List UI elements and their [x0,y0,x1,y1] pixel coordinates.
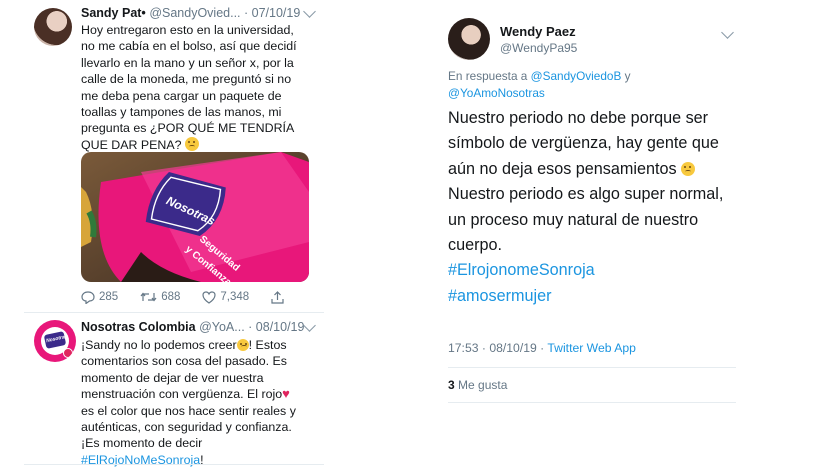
tweet2-text: ¡Sandy no lo podemos creer! Estos coment… [81,337,321,468]
tweet2-date[interactable]: · 08/10/19 [248,320,304,334]
reply-user-nosotras[interactable]: @YoAmoNosotras [448,86,545,100]
thread-bottom-divider [24,464,324,465]
nosotras-avatar[interactable]: Nosotras [34,320,76,362]
tweet1-photo[interactable]: Nosotras Seguridad y Confianza [81,152,309,282]
author-handle[interactable]: @WendyPa95 [500,41,577,55]
tweet-text: Nuestro periodo no debe porque ser símbo… [448,106,748,309]
reply-count: 285 [99,291,119,303]
product-photo: Nosotras Seguridad y Confianza [81,152,309,282]
tweet-text-part2: Nuestro periodo es algo super normal, un… [448,185,724,255]
pensive-emoji-icon [681,161,696,176]
tweet1-text: Hoy entregaron esto en la universidad, n… [81,22,321,153]
reply-prefix: En respuesta a [448,69,531,83]
likes-divider [448,402,736,403]
share-icon [271,290,284,304]
sandy-avatar[interactable] [34,8,72,46]
likes-summary[interactable]: 3 Me gusta [448,378,507,392]
source-link[interactable]: Twitter Web App [547,341,636,355]
author-name[interactable]: Wendy Paez [500,24,576,39]
likes-count: 3 [448,378,455,392]
tweet-text-part1: Nuestro periodo no debe porque ser símbo… [448,109,719,178]
tweet1-header: Sandy Pat• @SandyOvied... · 07/10/19 [81,6,300,20]
tweet1-body: Hoy entregaron esto en la universidad, n… [81,23,297,152]
tweet2-text-a: ¡Sandy no lo podemos creer [81,338,237,352]
hashtag-amosermujer[interactable]: #amosermujer [448,287,551,305]
hashtag-elrojo[interactable]: #ElrojonomeSonroja [448,261,595,279]
left-thread: Sandy Pat• @SandyOvied... · 07/10/19 Hoy… [24,0,324,469]
likes-label: Me gusta [454,378,508,392]
retweet-icon [140,292,157,302]
meta-divider [448,367,736,368]
tweet1-date[interactable]: · 07/10/19 [244,6,300,20]
timestamp[interactable]: 17:53 · 08/10/19 [448,341,537,355]
red-heart-icon: ♥ [282,386,290,402]
grimace-emoji-icon [236,339,249,351]
tweet2-handle[interactable]: @YoA... [199,320,245,334]
like-count: 7,348 [220,291,250,303]
reply-context: En respuesta a @SandyOviedoB y @YoAmoNos… [448,68,631,102]
reply-and: y [621,69,631,83]
right-tweet: Wendy Paez @WendyPa95 En respuesta a @Sa… [442,0,742,469]
tweet-divider [24,312,324,313]
wendy-avatar[interactable] [448,18,490,60]
tweet2-name[interactable]: Nosotras Colombia [81,320,196,334]
tweet2-text-c: es el color que nos hace sentir reales y… [81,403,296,451]
heart-icon [202,290,216,304]
tweet2-header: Nosotras Colombia @YoA... · 08/10/19 [81,320,304,334]
pensive-emoji-icon [184,136,199,151]
reply-icon [81,290,95,304]
retweet-count: 688 [161,291,181,303]
like-button[interactable]: 7,348 [202,290,250,304]
tweet-menu-chevron-down-icon[interactable] [721,26,734,39]
tweet1-chevron-down-icon[interactable] [303,5,316,18]
retweet-button[interactable]: 688 [140,291,180,303]
heart-badge-icon [63,348,73,358]
reply-user-sandy[interactable]: @SandyOviedoB [531,69,622,83]
tweet2-chevron-down-icon[interactable] [303,319,316,332]
tweet-meta: 17:53 · 08/10/19 · Twitter Web App [448,341,636,355]
tweet1-name[interactable]: Sandy Pat• [81,6,146,20]
reply-button[interactable]: 285 [81,290,119,304]
tweet1-actions: 285 688 7,348 [81,289,310,305]
tweet1-handle[interactable]: @SandyOvied... [149,6,240,20]
share-button[interactable] [271,290,288,304]
